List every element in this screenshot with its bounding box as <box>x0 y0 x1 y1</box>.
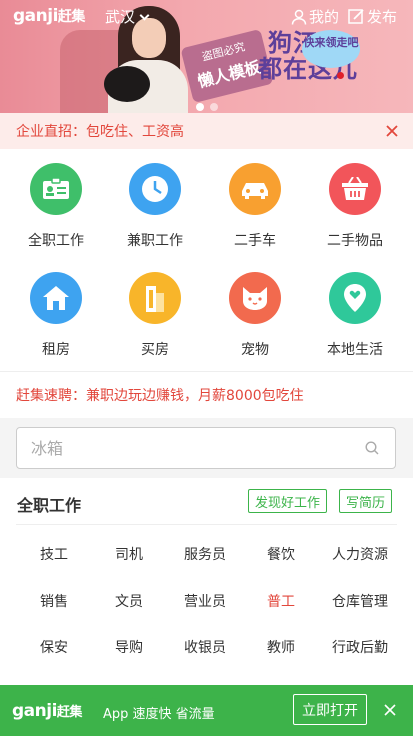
building-icon <box>129 272 181 324</box>
category-label: 二手物品 <box>327 233 383 249</box>
ganji-logo[interactable]: ganji赶集 <box>13 6 85 26</box>
id-card-icon <box>30 163 82 215</box>
house-icon <box>30 272 82 324</box>
job-link[interactable]: 导购 <box>92 637 166 657</box>
city-selector[interactable]: 武汉 <box>105 6 150 27</box>
search-icon[interactable] <box>365 441 379 455</box>
post-link[interactable]: 发布 <box>348 6 397 27</box>
category-rent-house[interactable]: 租房 <box>11 272 101 359</box>
job-link[interactable]: 教师 <box>244 637 318 657</box>
category-grid: 全职工作 兼职工作 二手车 二手物品 租房 买房 宠物 本地生活 <box>0 149 413 371</box>
category-label: 买房 <box>141 342 169 358</box>
job-link[interactable]: 文员 <box>92 591 166 611</box>
category-pets[interactable]: 宠物 <box>210 272 300 359</box>
cat-icon <box>229 272 281 324</box>
job-link[interactable]: 仓库管理 <box>320 591 400 611</box>
carousel-dot[interactable] <box>210 103 218 111</box>
category-label: 租房 <box>42 342 70 358</box>
app-page: 盗图必究 懒人模板 狗汪 都在这儿 快来领走吧 ganji赶集 武汉 我的 发布… <box>0 0 413 736</box>
category-used-car[interactable]: 二手车 <box>210 163 300 250</box>
ganji-app-logo: ganji赶集 <box>12 701 82 721</box>
job-link[interactable]: 服务员 <box>168 544 242 564</box>
map-pin-icon <box>329 272 381 324</box>
chevron-down-icon <box>139 10 150 21</box>
job-link[interactable]: 餐饮 <box>244 544 318 564</box>
job-link[interactable]: 行政后勤 <box>320 637 400 657</box>
open-app-button[interactable]: 立即打开 <box>293 694 367 725</box>
close-icon[interactable] <box>383 703 397 717</box>
job-link[interactable]: 销售 <box>17 591 91 611</box>
basket-icon <box>329 163 381 215</box>
banner-red-dot <box>337 72 344 79</box>
app-logo-text: ganji <box>12 701 57 721</box>
job-link[interactable]: 司机 <box>92 544 166 564</box>
promo-link[interactable]: 赶集速聘：兼职边玩边赚钱，月薪8000包吃住 <box>0 371 413 418</box>
search-input[interactable] <box>31 438 351 458</box>
category-used-goods[interactable]: 二手物品 <box>310 163 400 250</box>
post-label: 发布 <box>367 8 398 26</box>
write-resume-button[interactable]: 写简历 <box>339 489 393 513</box>
divider <box>16 524 397 525</box>
app-slogan: App 速度快 省流量 <box>103 707 215 722</box>
user-icon <box>291 9 307 25</box>
category-label: 本地生活 <box>327 342 383 358</box>
discover-jobs-button[interactable]: 发现好工作 <box>248 489 328 513</box>
notice-bar[interactable]: 企业直招：包吃住、工资高 <box>0 113 413 149</box>
job-link[interactable]: 收银员 <box>168 637 242 657</box>
category-parttime-job[interactable]: 兼职工作 <box>110 163 200 250</box>
search-section <box>0 418 413 478</box>
app-download-bar: ganji赶集 App 速度快 省流量 立即打开 <box>0 685 413 736</box>
section-title: 全职工作 <box>17 496 82 515</box>
mine-label: 我的 <box>309 8 340 26</box>
edit-icon <box>348 9 364 24</box>
promo-text: 赶集速聘：兼职边玩边赚钱，月薪8000包吃住 <box>16 388 304 404</box>
job-link-hot[interactable]: 普工 <box>244 591 318 611</box>
category-label: 兼职工作 <box>127 233 183 249</box>
mine-link[interactable]: 我的 <box>291 6 339 27</box>
clock-icon <box>129 163 181 215</box>
job-link[interactable]: 人力资源 <box>320 544 400 564</box>
category-buy-house[interactable]: 买房 <box>110 272 200 359</box>
category-local-life[interactable]: 本地生活 <box>310 272 400 359</box>
job-link[interactable]: 技工 <box>17 544 91 564</box>
banner-dog-image <box>104 66 150 102</box>
search-box[interactable] <box>16 427 396 469</box>
city-label: 武汉 <box>105 8 136 26</box>
logo-text: ganji <box>13 6 58 26</box>
close-icon[interactable] <box>383 122 401 140</box>
top-bar: ganji赶集 武汉 我的 发布 <box>0 0 413 32</box>
category-label: 全职工作 <box>28 233 84 249</box>
banner-bubble: 快来领走吧 <box>302 30 360 68</box>
category-label: 宠物 <box>241 342 269 358</box>
notice-text: 企业直招：包吃住、工资高 <box>16 124 184 140</box>
job-link[interactable]: 保安 <box>17 637 91 657</box>
car-icon <box>229 163 281 215</box>
carousel-dot-active[interactable] <box>196 103 204 111</box>
category-label: 二手车 <box>234 233 276 249</box>
job-link[interactable]: 营业员 <box>168 591 242 611</box>
logo-cn: 赶集 <box>57 9 86 25</box>
category-fulltime-job[interactable]: 全职工作 <box>11 163 101 250</box>
app-logo-cn: 赶集 <box>56 705 83 720</box>
